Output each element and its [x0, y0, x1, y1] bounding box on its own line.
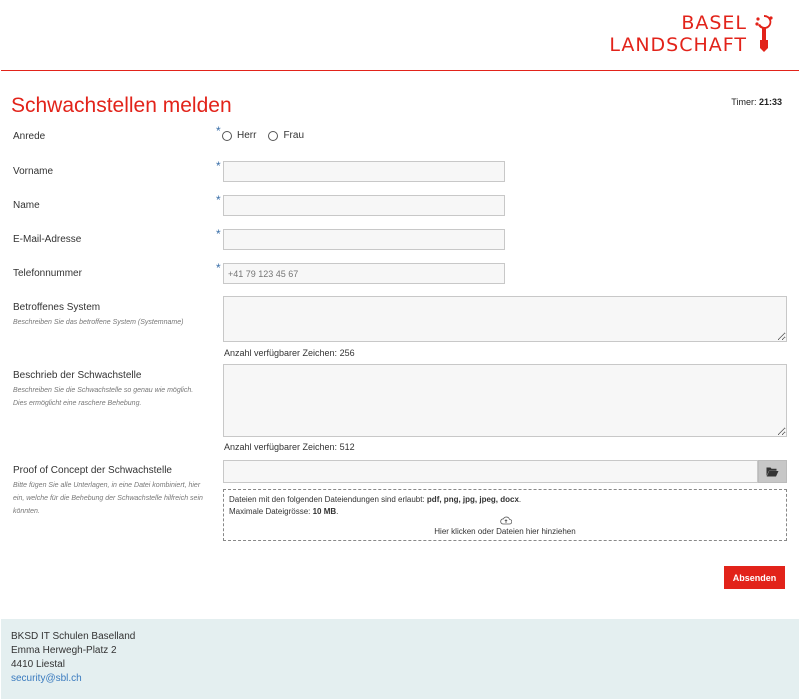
- page-title: Schwachstellen melden: [11, 94, 232, 117]
- description-hint: Beschreiben Sie die Schwachstelle so gen…: [13, 387, 194, 407]
- folder-open-icon: [766, 467, 779, 477]
- max-filesize-prefix: Maximale Dateigrösse:: [229, 507, 313, 516]
- site-header: BASEL LANDSCHAFT: [1, 1, 799, 71]
- first-name-label: Vorname: [13, 166, 54, 177]
- timer-value: 21:33: [758, 97, 782, 107]
- email-label: E-Mail-Adresse: [13, 234, 82, 245]
- basel-crozier-icon: [755, 14, 773, 52]
- footer-street: Emma Herwegh-Platz 2: [11, 645, 117, 656]
- required-marker: *: [216, 124, 221, 138]
- affected-system-textarea[interactable]: [223, 296, 787, 342]
- poc-browse-button[interactable]: [758, 460, 787, 483]
- allowed-extensions-note: Dateien mit den folgenden Dateiendungen …: [229, 495, 521, 504]
- radio-herr[interactable]: [222, 130, 232, 141]
- radio-frau-label: Frau: [283, 130, 305, 141]
- dropzone-cta: Hier klicken oder Dateien hier hinziehen: [434, 527, 576, 536]
- timer-label: Timer:: [731, 97, 757, 107]
- salutation-option-herr[interactable]: Herr: [222, 130, 256, 141]
- email-field[interactable]: [223, 229, 505, 250]
- footer-city: 4410 Liestal: [11, 659, 65, 670]
- max-filesize-suffix: .: [336, 507, 339, 516]
- radio-frau[interactable]: [268, 130, 279, 141]
- required-marker: *: [216, 193, 221, 207]
- last-name-label: Name: [13, 200, 40, 211]
- description-label: Beschrieb der Schwachstelle: [13, 370, 142, 381]
- affected-system-hint: Beschreiben Sie das betroffene System (S…: [13, 319, 184, 326]
- logo-text-basel: BASEL: [681, 12, 747, 34]
- footer-org: BKSD IT Schulen Baselland: [11, 631, 136, 642]
- radio-herr-label: Herr: [237, 130, 257, 141]
- affected-system-char-counter: Anzahl verfügbarer Zeichen: 256: [224, 348, 355, 358]
- phone-label: Telefonnummer: [13, 268, 82, 279]
- footer-email-link[interactable]: security@sbl.ch: [11, 673, 82, 684]
- poc-dropzone[interactable]: Dateien mit den folgenden Dateiendungen …: [223, 489, 787, 541]
- logo-text-landschaft: LANDSCHAFT: [609, 34, 747, 56]
- session-timer: Timer: 21:33: [731, 97, 782, 107]
- submit-button[interactable]: Absenden: [724, 566, 785, 589]
- affected-system-label: Betroffenes System: [13, 302, 101, 313]
- salutation-option-frau[interactable]: Frau: [268, 130, 304, 141]
- allowed-extensions-suffix: .: [518, 495, 522, 504]
- poc-label: Proof of Concept der Schwachstelle: [13, 465, 172, 476]
- poc-file-input[interactable]: [223, 460, 758, 483]
- allowed-extensions-list: pdf, png, jpg, jpeg, docx: [426, 495, 519, 504]
- max-filesize-note: Maximale Dateigrösse: 10 MB.: [229, 507, 338, 516]
- cloud-upload-icon: [500, 516, 512, 525]
- description-char-counter: Anzahl verfügbarer Zeichen: 512: [224, 442, 355, 452]
- required-marker: *: [216, 227, 221, 241]
- allowed-extensions-prefix: Dateien mit den folgenden Dateiendungen …: [229, 495, 427, 504]
- required-marker: *: [216, 159, 221, 173]
- poc-hint: Bitte fügen Sie alle Unterlagen, in eine…: [13, 482, 203, 515]
- salutation-label: Anrede: [13, 131, 46, 142]
- last-name-field[interactable]: [223, 195, 505, 216]
- salutation-radio-group: Herr Frau: [222, 130, 316, 141]
- basel-landschaft-logo[interactable]: BASEL LANDSCHAFT: [609, 12, 775, 57]
- first-name-field[interactable]: [223, 161, 505, 182]
- max-filesize-value: 10 MB: [312, 507, 337, 516]
- required-marker: *: [216, 261, 221, 275]
- description-textarea[interactable]: [223, 364, 787, 437]
- phone-field[interactable]: [223, 263, 505, 284]
- site-footer: BKSD IT Schulen Baselland Emma Herwegh-P…: [1, 619, 799, 699]
